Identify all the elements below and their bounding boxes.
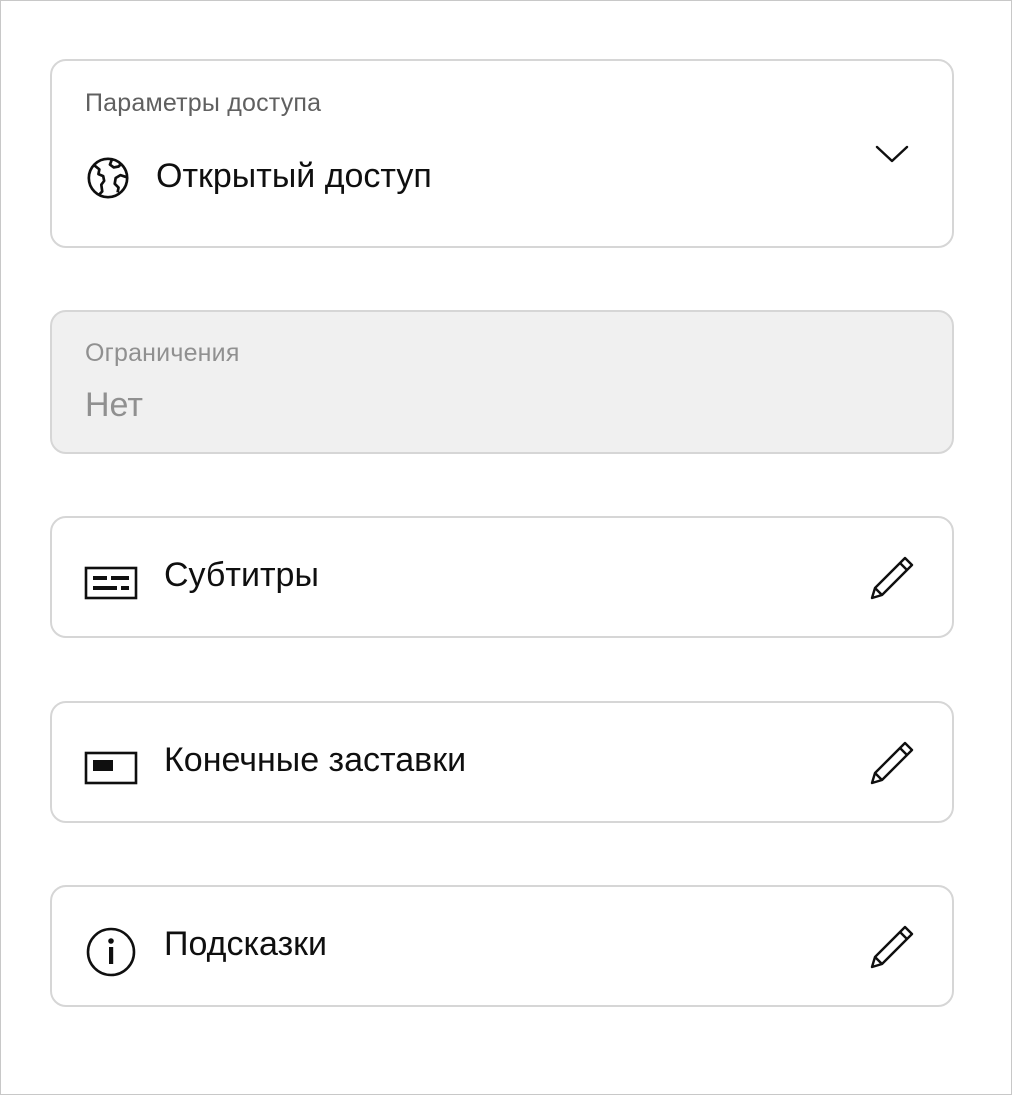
subtitles-label: Субтитры: [164, 556, 319, 594]
subtitles-icon: [84, 566, 138, 600]
end-screens-row[interactable]: Конечные заставки: [50, 701, 954, 823]
end-screens-label: Конечные заставки: [164, 741, 467, 779]
globe-icon: [87, 157, 129, 199]
access-label: Параметры доступа: [85, 89, 322, 117]
restrictions-value: Нет: [85, 386, 143, 424]
access-select[interactable]: Параметры доступа Открытый доступ: [50, 59, 954, 248]
access-value: Открытый доступ: [156, 157, 432, 195]
edit-subtitles-button[interactable]: [862, 548, 922, 608]
cards-row[interactable]: Подсказки: [50, 885, 954, 1007]
pencil-icon: [870, 741, 914, 785]
restrictions-field: Ограничения Нет: [50, 310, 954, 454]
info-icon: [86, 927, 136, 977]
edit-end-screens-button[interactable]: [862, 733, 922, 793]
details-panel: Параметры доступа Открытый доступ Ограни…: [0, 0, 1012, 1095]
pencil-icon: [870, 556, 914, 600]
pencil-icon: [870, 925, 914, 969]
restrictions-label: Ограничения: [85, 339, 240, 367]
end-screen-icon: [84, 751, 138, 785]
chevron-down-icon: [875, 145, 909, 163]
subtitles-row[interactable]: Субтитры: [50, 516, 954, 638]
cards-label: Подсказки: [164, 925, 328, 963]
edit-cards-button[interactable]: [862, 917, 922, 977]
